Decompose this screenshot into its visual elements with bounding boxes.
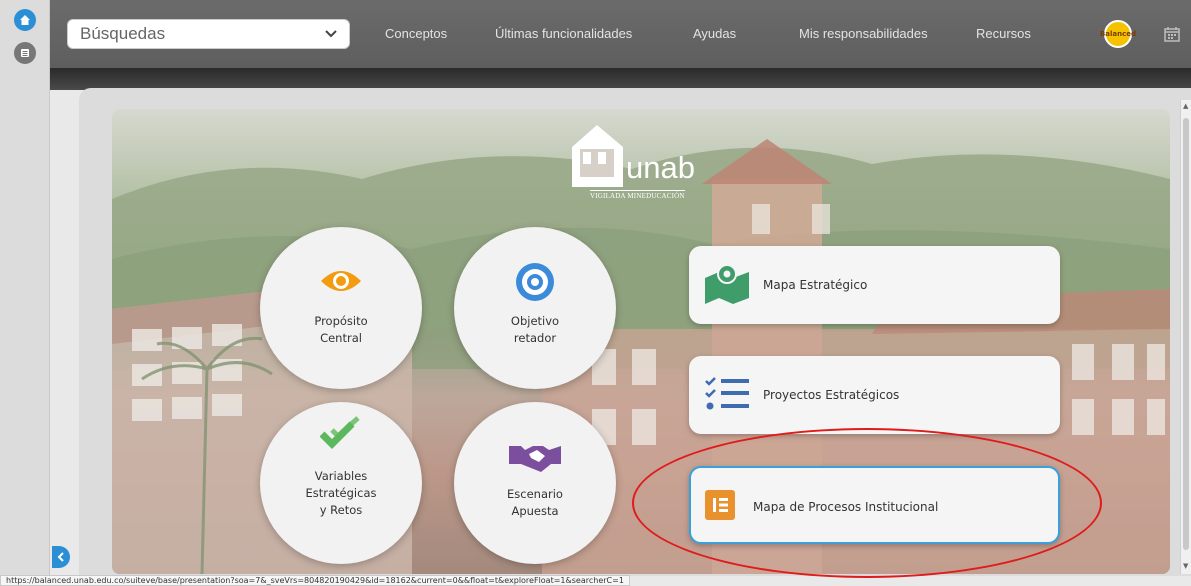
circle-label: Escenario Apuesta [507,487,563,518]
scrollbar-thumb[interactable] [1183,118,1189,550]
home-icon [20,15,30,25]
search-select-value: Búsquedas [80,24,166,43]
circle-proposito-central[interactable]: Propósito Central [260,227,422,389]
circle-variables-estrategicas[interactable]: Variables Estratégicas y Retos [260,402,422,564]
scroll-down-icon[interactable]: ▼ [1183,562,1188,570]
circle-escenario-apuesta[interactable]: Escenario Apuesta [454,402,616,564]
handshake-icon [509,446,561,472]
list-icon [21,49,29,57]
status-bar-url: https://balanced.unab.edu.co/suiteve/bas… [0,575,630,586]
header-shadow-strip [50,68,1191,90]
vertical-scrollbar[interactable]: ▲ ▼ [1180,100,1191,574]
circle-objetivo-retador[interactable]: Objetivo retador [454,227,616,389]
list-button[interactable] [14,42,36,64]
card-mapa-procesos-institucional[interactable]: Mapa de Procesos Institucional [689,466,1060,544]
scroll-up-icon[interactable]: ▲ [1183,102,1188,110]
home-button[interactable] [14,9,36,31]
map-pin-icon [705,264,749,304]
user-avatar[interactable]: Balanced [1100,20,1136,48]
nav-mis-responsabilidades[interactable]: Mis responsabilidades [799,26,928,41]
card-label: Mapa Estratégico [763,278,868,292]
nav-conceptos[interactable]: Conceptos [385,26,447,41]
calendar-icon[interactable] [1164,26,1180,42]
card-label: Proyectos Estratégicos [763,388,900,402]
left-rail [0,0,50,586]
nav-recursos[interactable]: Recursos [976,26,1031,41]
card-mapa-estrategico[interactable]: Mapa Estratégico [689,246,1060,324]
top-bar: Búsquedas Conceptos Últimas funcionalida… [50,0,1191,68]
search-select[interactable]: Búsquedas [67,19,350,49]
checkmark-icon [320,416,360,449]
nav-ultimas-funcionalidades[interactable]: Últimas funcionalidades [495,26,632,41]
process-map-icon [705,490,735,520]
nav-ayudas[interactable]: Ayudas [693,26,736,41]
logo-wordmark: unab [626,150,695,185]
checklist-icon [705,377,749,410]
eye-icon [321,271,361,291]
chevron-left-icon [57,552,64,562]
circle-label: Variables Estratégicas y Retos [305,469,377,517]
collapse-sidebar-button[interactable] [52,546,70,568]
card-label: Mapa de Procesos Institucional [753,500,939,514]
card-proyectos-estrategicos[interactable]: Proyectos Estratégicos [689,356,1060,434]
avatar-logo-text: Balanced [1099,30,1137,38]
logo-tagline: VIGILADA MINEDUCACIÓN [590,190,685,200]
circle-label: Propósito Central [314,314,368,345]
chevron-down-icon [325,30,337,38]
target-icon [516,263,554,301]
circle-label: Objetivo retador [510,314,560,345]
